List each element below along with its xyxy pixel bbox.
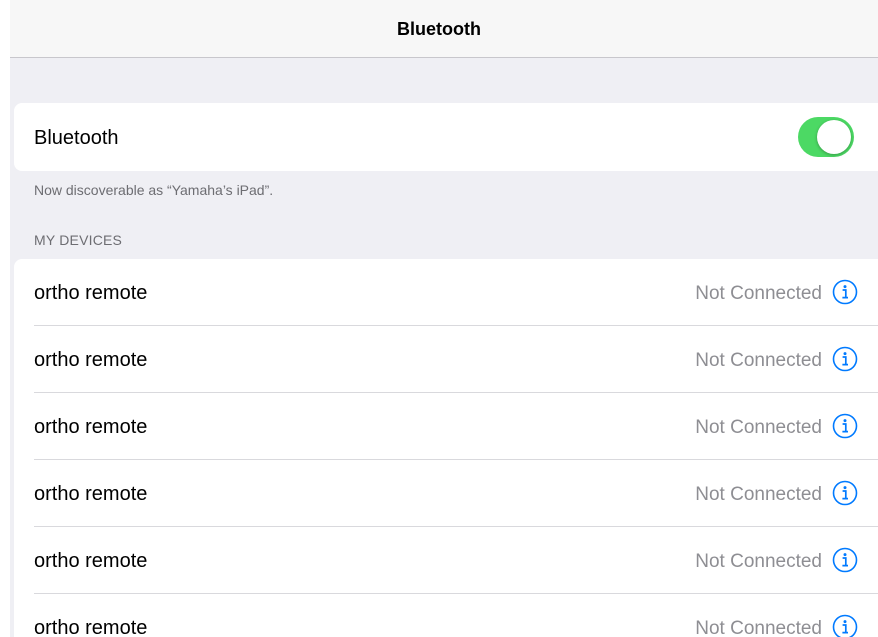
info-icon[interactable]: [832, 413, 858, 439]
device-status: Not Connected: [695, 417, 822, 438]
device-row[interactable]: ortho remote Not Connected: [14, 460, 878, 527]
device-status: Not Connected: [695, 551, 822, 572]
device-status: Not Connected: [695, 618, 822, 637]
page-title: Bluetooth: [397, 19, 481, 39]
info-icon[interactable]: [832, 346, 858, 372]
device-row[interactable]: ortho remote Not Connected: [14, 594, 878, 637]
device-status: Not Connected: [695, 350, 822, 371]
info-icon[interactable]: [832, 614, 858, 637]
device-row[interactable]: ortho remote Not Connected: [14, 393, 878, 460]
device-name: ortho remote: [34, 483, 148, 505]
device-name: ortho remote: [34, 282, 148, 304]
device-row[interactable]: ortho remote Not Connected: [14, 527, 878, 594]
info-icon[interactable]: [832, 480, 858, 506]
device-status: Not Connected: [695, 484, 822, 505]
split-view-divider: [0, 0, 10, 637]
navigation-bar: Bluetooth: [10, 0, 878, 58]
info-icon[interactable]: [832, 547, 858, 573]
device-name: ortho remote: [34, 349, 148, 371]
bluetooth-toggle-switch[interactable]: [798, 117, 854, 157]
device-name: ortho remote: [34, 617, 148, 637]
discoverable-footnote: Now discoverable as “Yamaha’s iPad”.: [34, 182, 274, 198]
my-devices-header: MY DEVICES: [34, 232, 123, 248]
device-name: ortho remote: [34, 416, 148, 438]
my-devices-list: ortho remote Not Connected ortho remote …: [14, 259, 878, 637]
bluetooth-toggle-cell: Bluetooth: [14, 103, 878, 171]
device-row[interactable]: ortho remote Not Connected: [14, 326, 878, 393]
device-status: Not Connected: [695, 283, 822, 304]
device-name: ortho remote: [34, 550, 148, 572]
settings-screen: Bluetooth Bluetooth Now discoverable as …: [0, 0, 878, 637]
device-row[interactable]: ortho remote Not Connected: [14, 259, 878, 326]
bluetooth-label: Bluetooth: [34, 127, 119, 149]
toggle-knob: [817, 120, 851, 154]
info-icon[interactable]: [832, 279, 858, 305]
